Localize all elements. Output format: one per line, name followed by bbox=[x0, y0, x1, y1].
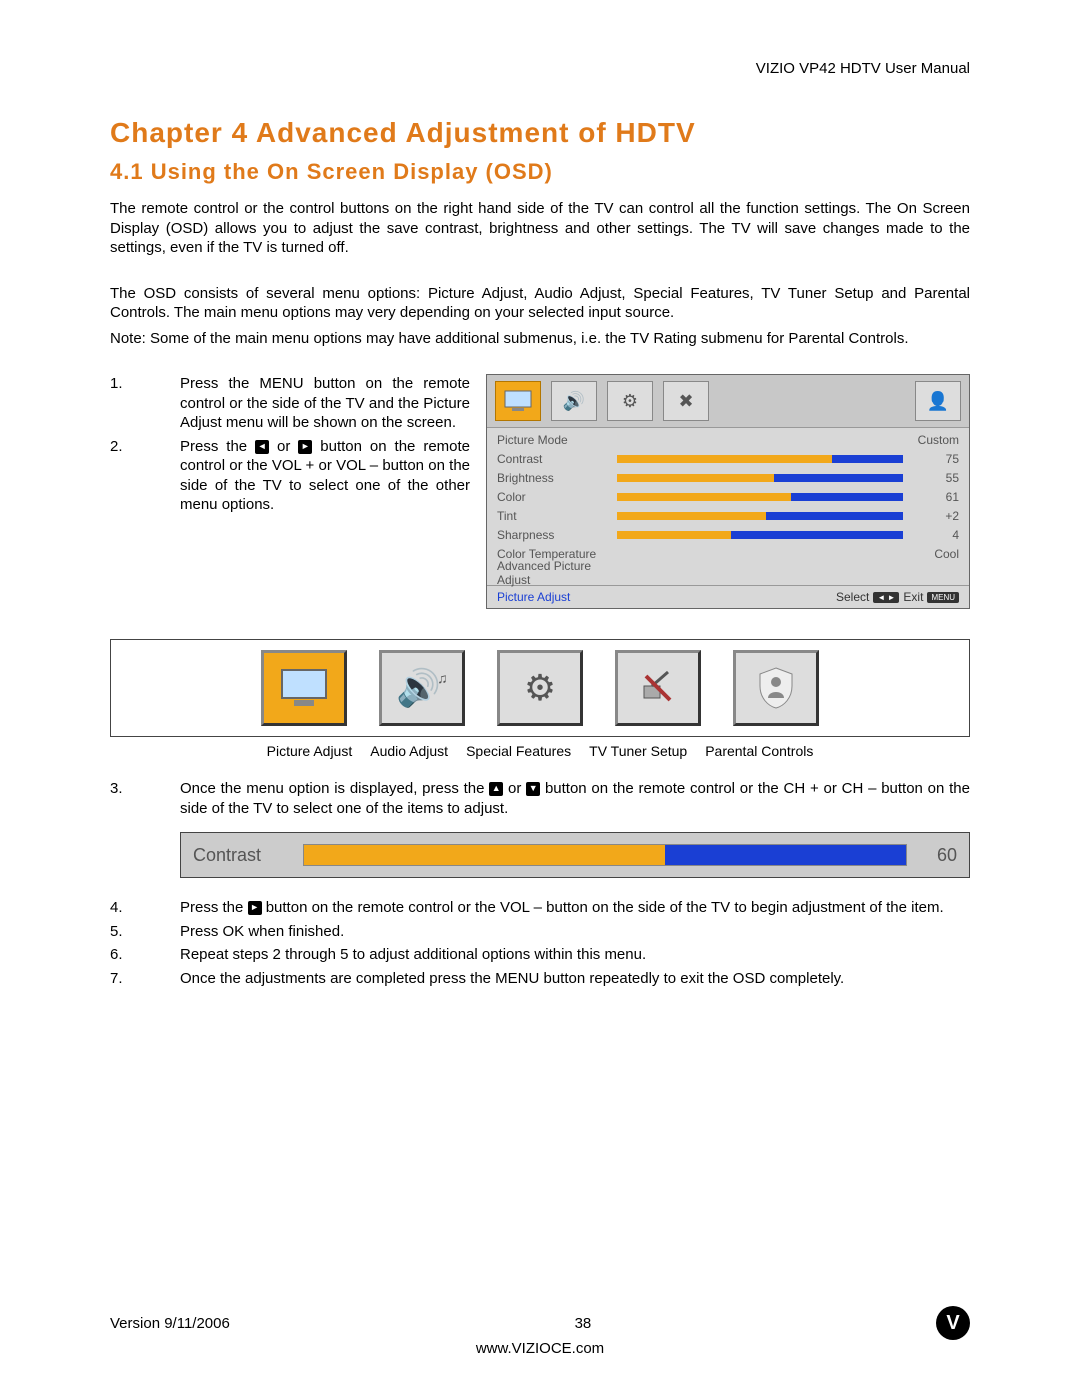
step-number: 5. bbox=[110, 922, 180, 942]
osd-row-bar bbox=[617, 474, 903, 482]
osd-row-label: Brightness bbox=[497, 471, 617, 485]
left-arrow-icon: ◄ bbox=[255, 440, 269, 454]
osd-row: Advanced Picture Adjust bbox=[497, 565, 959, 581]
contrast-slider-track bbox=[303, 844, 907, 866]
icon-label: TV Tuner Setup bbox=[589, 743, 687, 759]
step-text: Press OK when finished. bbox=[180, 922, 970, 942]
osd-row-value: +2 bbox=[911, 509, 959, 523]
osd-row-label: Picture Mode bbox=[497, 433, 617, 447]
osd-row: Tint +2 bbox=[497, 508, 959, 524]
step-fragment: Once the menu option is displayed, press… bbox=[180, 780, 489, 797]
step-fragment: Press the bbox=[180, 899, 248, 916]
audio-adjust-icon: 🔊♫ bbox=[379, 650, 465, 726]
step-number: 2. bbox=[110, 437, 180, 515]
osd-footer-title: Picture Adjust bbox=[497, 590, 570, 604]
osd-row: Contrast 75 bbox=[497, 451, 959, 467]
footer-version: Version 9/11/2006 bbox=[110, 1315, 230, 1332]
osd-row-label: Tint bbox=[497, 509, 617, 523]
osd-row-bar bbox=[617, 455, 903, 463]
osd-row: Color 61 bbox=[497, 489, 959, 505]
picture-adjust-icon bbox=[261, 650, 347, 726]
step-text: Repeat steps 2 through 5 to adjust addit… bbox=[180, 945, 970, 965]
osd-row-bar bbox=[617, 531, 903, 539]
down-arrow-icon: ▼ bbox=[526, 782, 540, 796]
icon-label: Picture Adjust bbox=[267, 743, 353, 759]
intro-paragraph-3: Note: Some of the main menu options may … bbox=[110, 329, 970, 349]
icon-label: Audio Adjust bbox=[370, 743, 448, 759]
step-text: Press the ► button on the remote control… bbox=[180, 898, 970, 918]
special-features-icon: ⚙ bbox=[497, 650, 583, 726]
step-fragment: button on the remote control or the VOL … bbox=[266, 899, 944, 916]
step-fragment: Press the bbox=[180, 438, 255, 455]
osd-row: Sharpness 4 bbox=[497, 527, 959, 543]
step-number: 6. bbox=[110, 945, 180, 965]
intro-paragraph-2: The OSD consists of several menu options… bbox=[110, 284, 970, 323]
osd-row-value: 61 bbox=[911, 490, 959, 504]
parental-controls-tab-icon: 👤 bbox=[915, 381, 961, 421]
menu-icon-strip: 🔊♫ ⚙ bbox=[110, 639, 970, 737]
step-number: 7. bbox=[110, 969, 180, 989]
osd-row-value: 4 bbox=[911, 528, 959, 542]
osd-row-label: Color bbox=[497, 490, 617, 504]
step-fragment: or bbox=[508, 780, 526, 797]
step-number: 1. bbox=[110, 374, 180, 433]
right-arrow-icon: ► bbox=[298, 440, 312, 454]
step-text: Once the adjustments are completed press… bbox=[180, 969, 970, 989]
footer-url: www.VIZIOCE.com bbox=[110, 1340, 970, 1357]
intro-paragraph-1: The remote control or the control button… bbox=[110, 199, 970, 258]
icon-strip-labels: Picture Adjust Audio Adjust Special Feat… bbox=[110, 743, 970, 759]
parental-controls-icon bbox=[733, 650, 819, 726]
osd-row-value: Custom bbox=[911, 433, 959, 447]
step-number: 3. bbox=[110, 779, 180, 818]
footer-page-number: 38 bbox=[575, 1315, 592, 1332]
contrast-slider-fill bbox=[665, 845, 906, 865]
osd-row-label: Contrast bbox=[497, 452, 617, 466]
osd-row-bar bbox=[617, 512, 903, 520]
osd-row-value: 55 bbox=[911, 471, 959, 485]
chapter-title: Chapter 4 Advanced Adjustment of HDTV bbox=[110, 117, 970, 149]
up-arrow-icon: ▲ bbox=[489, 782, 503, 796]
osd-row: Picture Mode Custom bbox=[497, 432, 959, 448]
osd-tab-bar: 🔊 ⚙ ✖ 👤 bbox=[487, 375, 969, 428]
osd-row-label: Sharpness bbox=[497, 528, 617, 542]
picture-adjust-tab-icon bbox=[495, 381, 541, 421]
manual-page: VIZIO VP42 HDTV User Manual Chapter 4 Ad… bbox=[0, 0, 1080, 1397]
osd-footer-exit-label: Exit bbox=[903, 590, 923, 604]
osd-screenshot: 🔊 ⚙ ✖ 👤 Picture Mode Custom Contrast 75 Brig… bbox=[486, 374, 970, 609]
special-features-tab-icon: ⚙ bbox=[607, 381, 653, 421]
header-manual-title: VIZIO VP42 HDTV User Manual bbox=[110, 60, 970, 77]
osd-row-label: Advanced Picture Adjust bbox=[497, 559, 617, 587]
contrast-value: 60 bbox=[907, 845, 957, 866]
osd-row-bar bbox=[617, 493, 903, 501]
vizio-logo-icon: V bbox=[936, 1306, 970, 1340]
osd-row-value: Cool bbox=[911, 547, 959, 561]
audio-adjust-tab-icon: 🔊 bbox=[551, 381, 597, 421]
contrast-adjustment-bar: Contrast 60 bbox=[180, 832, 970, 878]
osd-row: Brightness 55 bbox=[497, 470, 959, 486]
select-key-icon: ◄ ► bbox=[873, 592, 899, 603]
step-fragment: or bbox=[277, 438, 298, 455]
page-footer: Version 9/11/2006 38 V www.VIZIOCE.com bbox=[110, 1306, 970, 1357]
osd-footer: Picture Adjust Select ◄ ► Exit MENU bbox=[487, 585, 969, 608]
menu-key-icon: MENU bbox=[927, 592, 959, 603]
tv-tuner-tab-icon: ✖ bbox=[663, 381, 709, 421]
osd-body: Picture Mode Custom Contrast 75 Brightness 55… bbox=[487, 428, 969, 585]
step-text: Press the MENU button on the remote cont… bbox=[180, 374, 470, 433]
section-title: 4.1 Using the On Screen Display (OSD) bbox=[110, 159, 970, 185]
step-text: Press the ◄ or ► button on the remote co… bbox=[180, 437, 470, 515]
step-number: 4. bbox=[110, 898, 180, 918]
icon-label: Special Features bbox=[466, 743, 571, 759]
right-arrow-icon: ► bbox=[248, 901, 262, 915]
icon-label: Parental Controls bbox=[705, 743, 813, 759]
osd-row-value: 75 bbox=[911, 452, 959, 466]
step-text: Once the menu option is displayed, press… bbox=[180, 779, 970, 818]
osd-footer-select-label: Select bbox=[836, 590, 869, 604]
contrast-label: Contrast bbox=[193, 845, 303, 866]
tv-tuner-setup-icon bbox=[615, 650, 701, 726]
